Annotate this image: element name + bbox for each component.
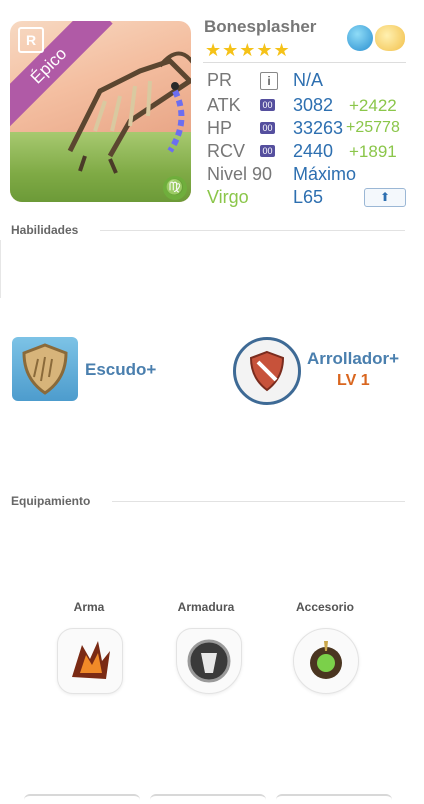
virgo-icon: ♍ xyxy=(163,176,187,200)
rcv-level-badge: 00 xyxy=(260,145,275,157)
skill-level-arrollador: LV 1 xyxy=(337,372,370,389)
shield-graphic xyxy=(22,343,68,395)
bottom-tab-1[interactable] xyxy=(24,794,140,804)
side-edge xyxy=(0,240,1,298)
zodiac-label: Virgo xyxy=(207,187,249,207)
rank-badge: R xyxy=(18,27,44,53)
skill-name-arrollador[interactable]: Arrollador+ xyxy=(307,349,399,369)
equip-label-accesorio: Accesorio xyxy=(295,600,355,614)
level-value: Máximo xyxy=(293,164,357,184)
hp-label: HP xyxy=(207,118,233,138)
equipamiento-title: Equipamiento xyxy=(11,494,91,508)
equipamiento-divider xyxy=(112,501,405,502)
zodiac-level: L65 xyxy=(293,187,324,207)
arrow-up-icon: ⬆ xyxy=(379,190,391,204)
atk-level-badge: 00 xyxy=(260,99,275,111)
pr-value: N/A xyxy=(293,70,324,90)
equip-label-arma: Arma xyxy=(73,600,105,614)
level-label: Nivel 90 xyxy=(207,164,273,184)
equip-label-armadura: Armadura xyxy=(177,600,235,614)
equip-slot-arma[interactable] xyxy=(57,628,123,694)
bottom-tab-3[interactable] xyxy=(276,794,392,804)
equip-slot-armadura[interactable] xyxy=(176,628,242,694)
skill-name-escudo[interactable]: Escudo+ xyxy=(85,360,156,380)
rcv-bonus: +1891 xyxy=(349,142,397,161)
green-gem-icon xyxy=(310,641,342,679)
rcv-label: RCV xyxy=(207,141,246,161)
lava-claw-icon xyxy=(72,641,110,679)
hp-value: 33263 xyxy=(293,118,344,138)
hp-bonus: +25778 xyxy=(346,119,400,136)
hero-name: Bonesplasher xyxy=(204,17,317,36)
hp-level-badge: 00 xyxy=(260,122,275,134)
shield-icon[interactable] xyxy=(12,337,78,401)
habilidades-title: Habilidades xyxy=(11,223,79,237)
info-icon[interactable]: i xyxy=(260,72,278,90)
star-rating: ★★★★★ xyxy=(205,40,291,60)
atk-label: ATK xyxy=(207,95,241,115)
atk-value: 3082 xyxy=(293,95,334,115)
header-divider xyxy=(203,62,406,63)
equip-slot-accesorio[interactable] xyxy=(293,628,359,694)
armor-orb-icon xyxy=(187,639,231,683)
hero-portrait[interactable]: Épico R ♍ xyxy=(10,21,191,202)
rcv-value: 2440 xyxy=(293,141,334,161)
pr-label: PR xyxy=(207,70,233,90)
atk-bonus: +2422 xyxy=(349,96,397,115)
broken-shield-graphic xyxy=(249,350,285,392)
broken-shield-icon[interactable] xyxy=(233,337,301,405)
water-drop-icon xyxy=(347,25,373,51)
habilidades-divider xyxy=(100,230,405,231)
upgrade-button[interactable]: ⬆ xyxy=(364,188,406,207)
bottom-tab-2[interactable] xyxy=(150,794,266,804)
cloud-icon xyxy=(375,25,405,51)
